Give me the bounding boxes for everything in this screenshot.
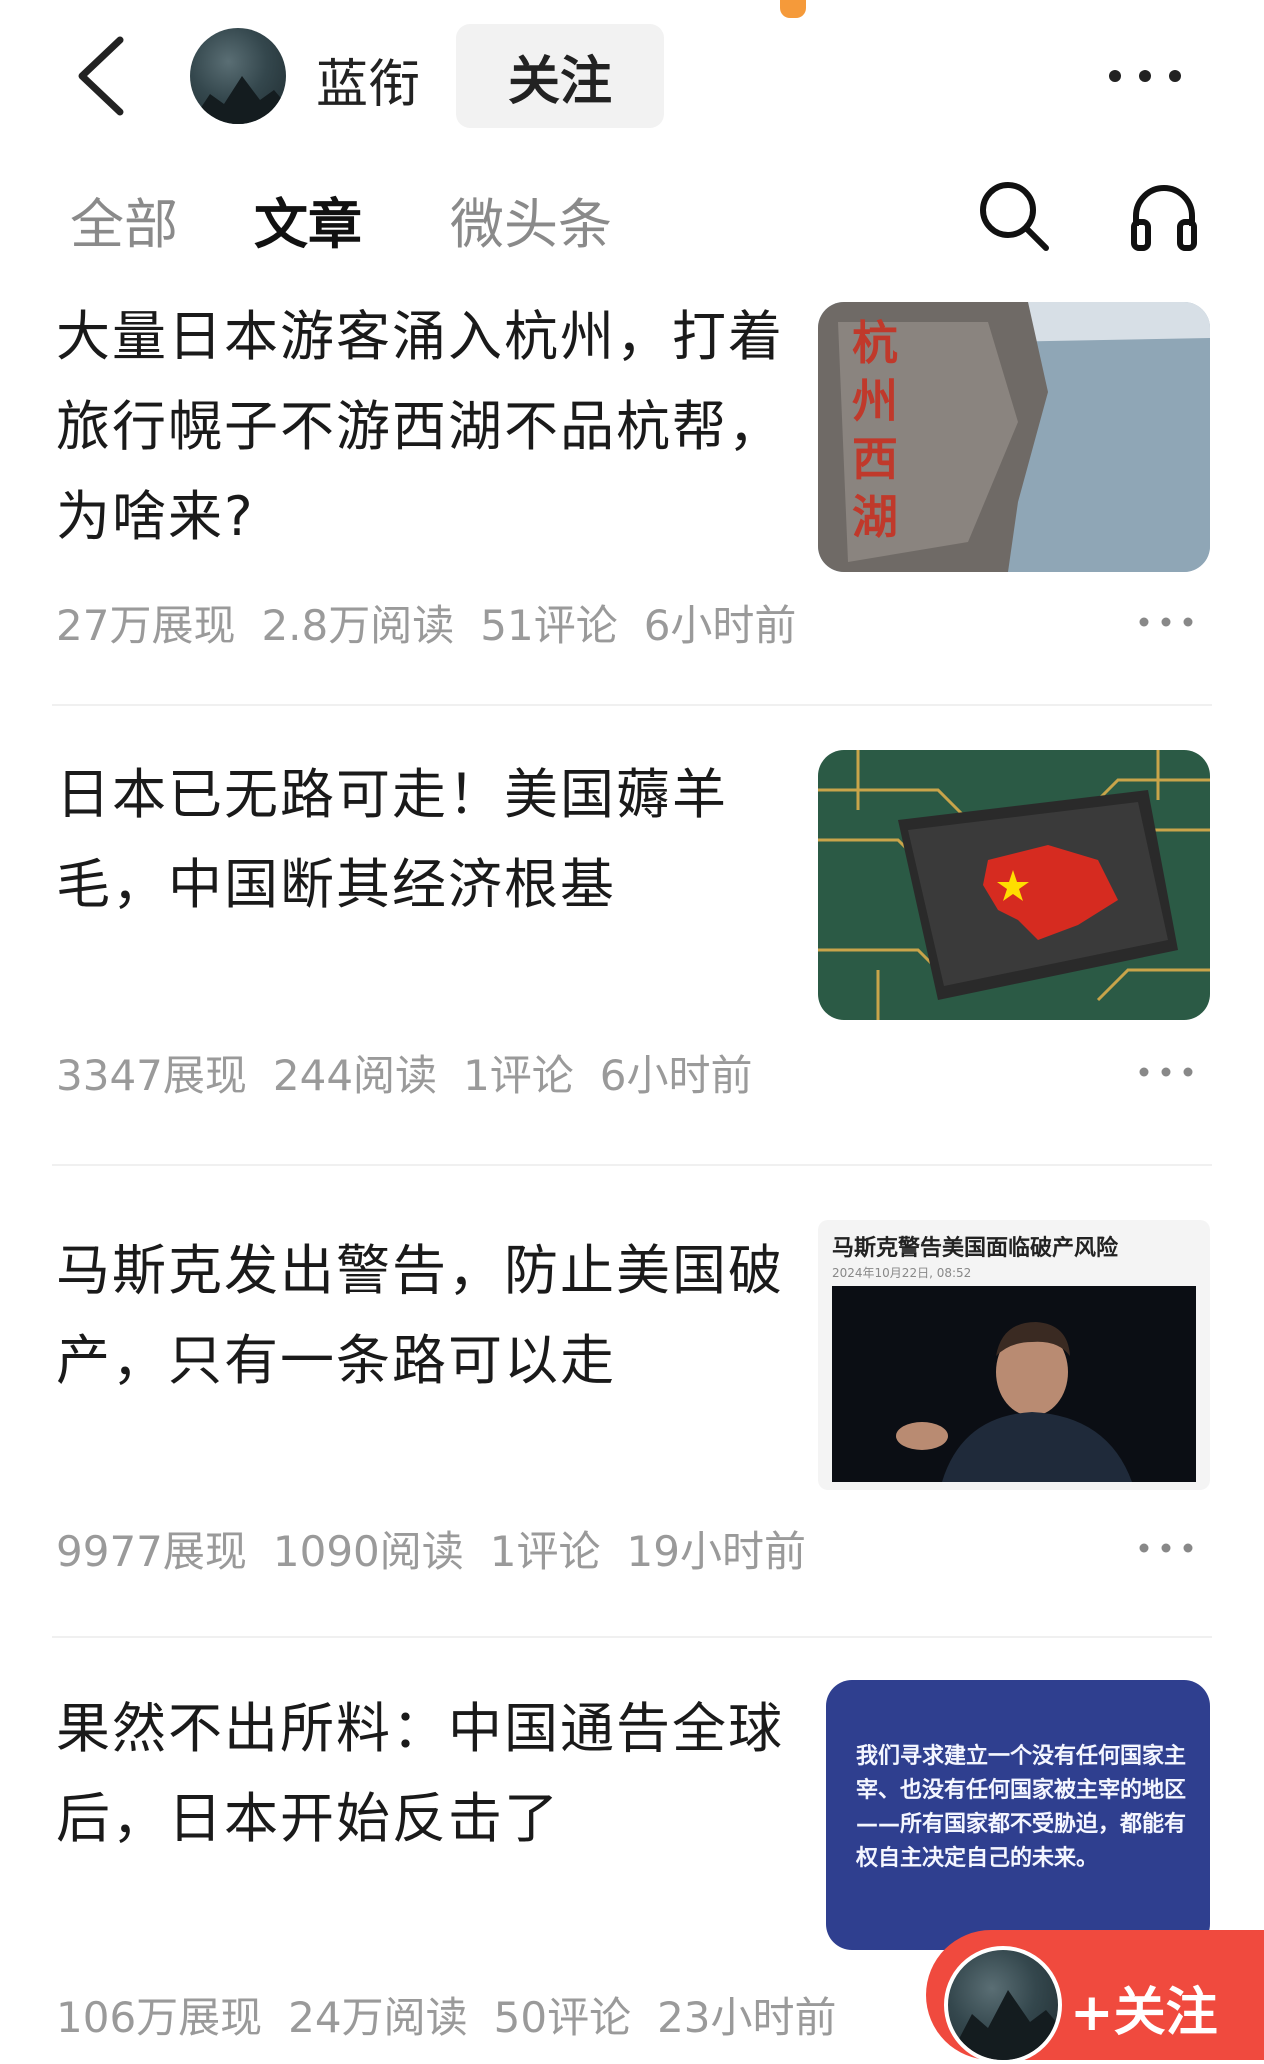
thumbnail-caption: 杭州西湖 — [852, 316, 898, 544]
impressions-count: 27万展现 — [56, 601, 236, 650]
comments-count: 50评论 — [493, 1993, 632, 2042]
thumbnail-date: 2024年10月22日, 08:52 — [832, 1266, 972, 1280]
article-thumbnail[interactable]: 我们寻求建立一个没有任何国家主宰、也没有任何国家被主宰的地区——所有国家都不受胁… — [826, 1680, 1210, 1950]
back-arrow-icon[interactable] — [68, 34, 138, 118]
thumbnail-headline: 马斯克警告美国面临破产风险 — [832, 1236, 1119, 1261]
impressions-count: 9977展现 — [56, 1527, 247, 1576]
timestamp: 6小时前 — [643, 601, 797, 650]
floating-avatar[interactable] — [944, 1946, 1062, 2064]
reads-count: 2.8万阅读 — [261, 601, 455, 650]
divider — [52, 1636, 1212, 1638]
timestamp: 6小时前 — [599, 1051, 753, 1100]
comments-count: 1评论 — [463, 1051, 574, 1100]
reads-count: 24万阅读 — [288, 1993, 468, 2042]
article-thumbnail[interactable]: 杭州西湖 — [818, 302, 1210, 572]
divider — [52, 1164, 1212, 1166]
article-title[interactable]: 马斯克发出警告，防止美国破产，只有一条路可以走 — [56, 1226, 796, 1406]
article-card[interactable]: 大量日本游客涌入杭州，打着旅行幌子不游西湖不品杭帮，为啥来? 杭州西湖 27万展… — [56, 292, 1210, 662]
timestamp: 23小时前 — [657, 1993, 837, 2042]
top-bar: 蓝衔 关注 — [0, 0, 1264, 150]
reads-count: 1090阅读 — [272, 1527, 464, 1576]
more-options-icon[interactable] — [1100, 56, 1190, 96]
article-thumbnail[interactable]: 马斯克警告美国面临破产风险 2024年10月22日, 08:52 — [818, 1220, 1210, 1490]
impressions-count: 106万展现 — [56, 1993, 263, 2042]
tab-articles[interactable]: 文章 — [254, 180, 362, 259]
more-icon[interactable] — [1136, 1538, 1196, 1558]
more-icon[interactable] — [1136, 612, 1196, 632]
avatar[interactable] — [190, 28, 286, 124]
article-card[interactable]: 日本已无路可走！美国薅羊毛，中国断其经济根基 3347展现 244阅读 1评论 6小时… — [56, 750, 1210, 1120]
reads-count: 244阅读 — [272, 1051, 438, 1100]
tab-micro-headlines[interactable]: 微头条 — [450, 180, 612, 259]
headphones-icon[interactable] — [1124, 176, 1204, 256]
article-card[interactable]: 马斯克发出警告，防止美国破产，只有一条路可以走 马斯克警告美国面临破产风险 20… — [56, 1220, 1210, 1596]
thumbnail-quote: 我们寻求建立一个没有任何国家主宰、也没有任何国家被主宰的地区——所有国家都不受胁… — [856, 1744, 1187, 1871]
tab-bar: 全部 文章 微头条 — [0, 170, 1264, 260]
article-title[interactable]: 日本已无路可走！美国薅羊毛，中国断其经济根基 — [56, 750, 796, 930]
article-stats: 27万展现 2.8万阅读 51评论 6小时前 — [56, 592, 822, 653]
tab-all[interactable]: 全部 — [70, 180, 178, 259]
more-icon[interactable] — [1136, 1062, 1196, 1082]
divider — [52, 704, 1212, 706]
username[interactable]: 蓝衔 — [316, 42, 420, 117]
article-title[interactable]: 大量日本游客涌入杭州，打着旅行幌子不游西湖不品杭帮，为啥来? — [56, 292, 796, 562]
article-title[interactable]: 果然不出所料：中国通告全球后，日本开始反击了 — [56, 1684, 796, 1864]
timestamp: 19小时前 — [626, 1527, 806, 1576]
article-stats: 106万展现 24万阅读 50评论 23小时前 — [56, 1984, 863, 2045]
floating-follow-label[interactable]: +关注 — [1070, 1970, 1218, 2045]
article-stats: 9977展现 1090阅读 1评论 19小时前 — [56, 1518, 832, 1579]
article-stats: 3347展现 244阅读 1评论 6小时前 — [56, 1042, 779, 1103]
comments-count: 1评论 — [489, 1527, 601, 1576]
follow-button[interactable]: 关注 — [456, 24, 664, 128]
article-thumbnail[interactable] — [818, 750, 1210, 1020]
impressions-count: 3347展现 — [56, 1051, 247, 1100]
search-icon[interactable] — [974, 176, 1054, 256]
comments-count: 51评论 — [480, 601, 618, 650]
